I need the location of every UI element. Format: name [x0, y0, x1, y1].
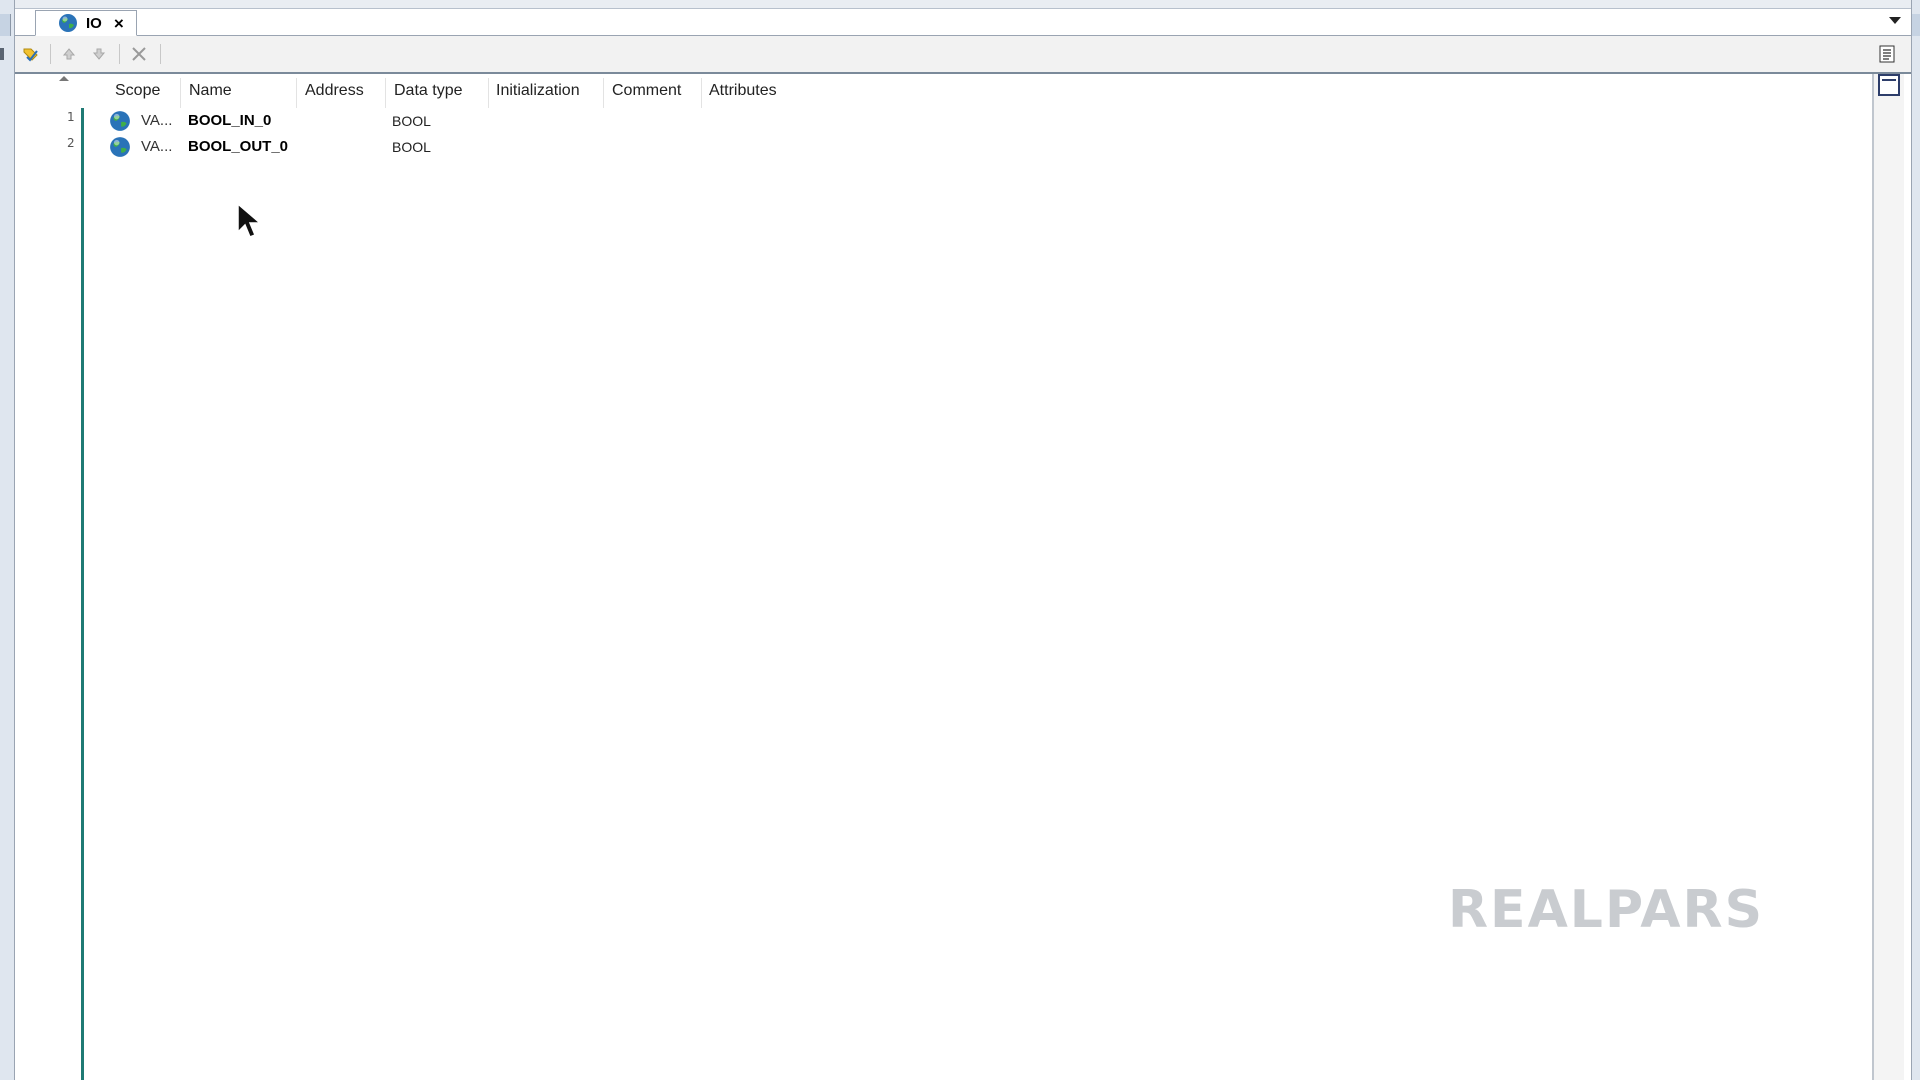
panel-toggle-icon[interactable] — [1878, 74, 1900, 96]
add-variable-icon — [23, 48, 38, 62]
left-dock-marker — [0, 48, 4, 60]
cell-scope[interactable]: VA... — [141, 112, 172, 129]
table-row[interactable]: 2 VA... BOOL_OUT_0 BOOL — [15, 134, 715, 160]
delete-icon — [132, 47, 146, 61]
cell-data-type[interactable]: BOOL — [392, 139, 431, 155]
tab-close-icon[interactable]: × — [114, 15, 124, 32]
column-divider[interactable] — [296, 78, 297, 108]
column-header-comment[interactable]: Comment — [612, 82, 681, 106]
right-dock-handle[interactable] — [1912, 14, 1920, 36]
row-number: 2 — [67, 136, 75, 150]
declaration-toolbar — [15, 36, 1911, 74]
column-header-attributes[interactable]: Attributes — [709, 82, 777, 106]
toolbar-separator — [119, 44, 120, 64]
toolbar-separator — [160, 44, 161, 64]
column-header-name[interactable]: Name — [189, 82, 232, 106]
global-variable-icon — [110, 111, 130, 131]
right-dock-frame — [1911, 0, 1920, 1080]
editor-tab-strip: IO × — [15, 9, 1911, 36]
column-divider[interactable] — [603, 78, 604, 108]
column-divider[interactable] — [180, 78, 181, 108]
realpars-watermark: REALPARS — [1448, 880, 1765, 940]
mouse-cursor-icon — [237, 202, 262, 238]
tab-title: IO — [86, 14, 102, 32]
cell-name[interactable]: BOOL_IN_0 — [188, 112, 271, 129]
column-divider[interactable] — [488, 78, 489, 108]
properties-list-icon[interactable] — [1879, 44, 1897, 64]
right-side-panel — [1872, 74, 1904, 1080]
global-variable-icon — [110, 137, 130, 157]
column-header-address[interactable]: Address — [305, 82, 364, 106]
column-header-scope[interactable]: Scope — [115, 82, 160, 106]
left-dock-handle[interactable] — [0, 14, 11, 36]
edit-margin-line — [81, 108, 84, 1080]
delete-button[interactable] — [127, 42, 151, 66]
globe-icon — [59, 14, 77, 32]
tab-list-dropdown-icon[interactable] — [1889, 17, 1901, 24]
toolbar-separator — [50, 44, 51, 64]
cell-data-type[interactable]: BOOL — [392, 113, 431, 129]
add-variable-button[interactable] — [19, 42, 43, 66]
cell-scope[interactable]: VA... — [141, 138, 172, 155]
move-up-button[interactable] — [57, 42, 81, 66]
table-row[interactable]: 1 VA... BOOL_IN_0 BOOL — [15, 108, 715, 134]
column-header-data-type[interactable]: Data type — [394, 82, 462, 106]
move-down-button[interactable] — [87, 42, 111, 66]
column-divider[interactable] — [701, 78, 702, 108]
move-up-icon — [62, 48, 76, 60]
cell-name[interactable]: BOOL_OUT_0 — [188, 138, 288, 155]
window-top-frame — [14, 0, 1912, 9]
move-down-icon — [92, 48, 106, 60]
collapse-arrow-icon[interactable] — [59, 76, 69, 81]
column-header-initialization[interactable]: Initialization — [496, 82, 580, 106]
row-number: 1 — [67, 110, 75, 124]
left-dock-frame — [0, 0, 15, 1080]
tab-io[interactable]: IO × — [35, 10, 137, 36]
column-divider[interactable] — [385, 78, 386, 108]
